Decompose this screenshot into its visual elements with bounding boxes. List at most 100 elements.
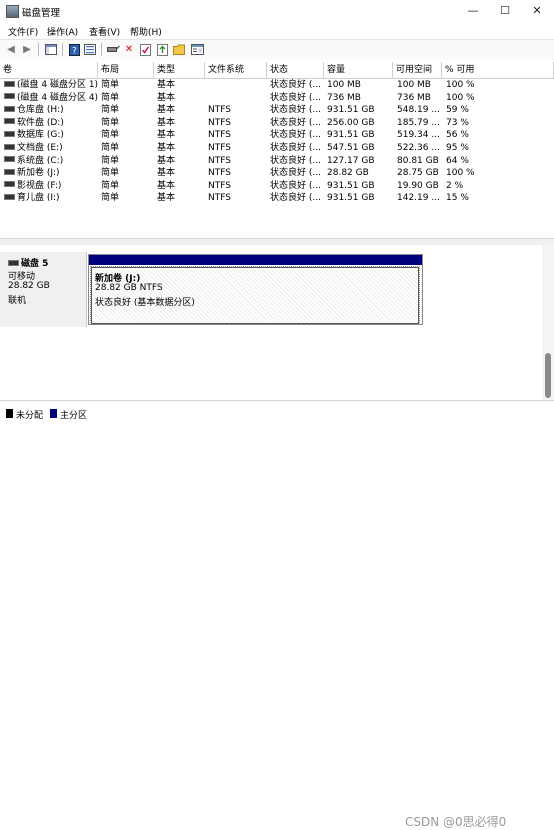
cell-filesystem: NTFS — [208, 168, 231, 179]
console-tree-icon[interactable] — [44, 43, 58, 56]
cell-type: 基本 — [157, 143, 176, 153]
legend-swatch-unallocated — [6, 409, 13, 418]
disk-size: 28.82 GB — [8, 281, 50, 291]
maximize-button[interactable]: ☐ — [490, 0, 520, 22]
table-row[interactable]: 文档盘 (E:) 简单 基本 NTFS 状态良好 (... 547.51 GB 522.36… — [0, 142, 554, 155]
column-header-volume[interactable]: 卷 — [0, 62, 98, 78]
back-icon[interactable]: ◀ — [4, 43, 18, 56]
properties-icon[interactable] — [83, 43, 97, 56]
volume-icon — [4, 193, 15, 200]
table-row[interactable]: 育儿盘 (I:) 简单 基本 NTFS 状态良好 (... 931.51 GB 142.19… — [0, 192, 554, 205]
volume-name: 仓库盘 (H:) — [17, 105, 64, 116]
forward-icon[interactable]: ▶ — [20, 43, 34, 56]
disk-status: 联机 — [8, 296, 27, 306]
partition-color-bar — [89, 255, 422, 265]
cell-layout: 简单 — [101, 130, 120, 141]
delete-icon[interactable]: ✕ — [122, 43, 136, 56]
cell-free-space: 736 MB — [397, 92, 431, 103]
cell-volume: (磁盘 4 磁盘分区 4) — [4, 92, 98, 105]
cell-free-space: 142.19 ... — [397, 193, 440, 204]
cell-volume: 新加卷 (J:) — [4, 167, 60, 180]
cell-volume: (磁盘 4 磁盘分区 1) — [4, 79, 98, 92]
cell-volume: 数据库 (G:) — [4, 129, 64, 142]
cell-filesystem: NTFS — [208, 105, 231, 116]
column-header-status[interactable]: 状态 — [267, 62, 324, 78]
cell-filesystem: NTFS — [208, 130, 231, 141]
cell-layout: 简单 — [101, 143, 120, 153]
toolbar-separator — [38, 43, 39, 56]
disk-name: 磁盘 5 — [8, 256, 48, 269]
table-row[interactable]: 系统盘 (C:) 简单 基本 NTFS 状态良好 (... 127.17 GB 80.81 … — [0, 155, 554, 168]
table-row[interactable]: (磁盘 4 磁盘分区 1) 简单 基本 状态良好 (... 100 MB 100 MB 10… — [0, 79, 554, 92]
legend-bar: 未分配 主分区 CSDN @0思必得0 — [0, 400, 554, 829]
menu-file[interactable]: 文件(F) — [8, 25, 38, 38]
legend-unallocated: 未分配 — [16, 411, 44, 421]
disk-graphical-view: 磁盘 5 可移动 28.82 GB 联机 新加卷 (J:) 28.82 GB N… — [0, 245, 542, 400]
help-icon[interactable]: ? — [67, 43, 81, 56]
close-button[interactable]: ✕ — [522, 0, 552, 22]
cell-filesystem: NTFS — [208, 193, 231, 204]
cell-volume: 育儿盘 (I:) — [4, 192, 60, 205]
partition-block[interactable]: 新加卷 (J:) 28.82 GB NTFS 状态良好 (基本数据分区) — [88, 254, 423, 325]
connect-icon[interactable] — [106, 43, 120, 56]
cell-filesystem: NTFS — [208, 143, 231, 153]
cell-capacity: 931.51 GB — [327, 130, 375, 141]
volume-icon — [4, 93, 15, 100]
table-row[interactable]: 新加卷 (J:) 简单 基本 NTFS 状态良好 (... 28.82 GB 28.75 G… — [0, 167, 554, 180]
cell-status: 状态良好 (... — [270, 92, 321, 103]
cell-layout: 简单 — [101, 105, 120, 116]
menu-action[interactable]: 操作(A) — [47, 25, 78, 38]
cell-filesystem: NTFS — [208, 117, 231, 128]
toolbar: ◀ ▶ ? ✕ — [0, 39, 554, 61]
cell-volume: 系统盘 (C:) — [4, 155, 63, 168]
cell-capacity: 736 MB — [327, 92, 361, 103]
cell-capacity: 931.51 GB — [327, 180, 375, 191]
cell-capacity: 931.51 GB — [327, 193, 375, 204]
cell-layout: 简单 — [101, 168, 120, 179]
check-icon[interactable] — [138, 43, 152, 56]
cell-free-space: 519.34 ... — [397, 130, 440, 141]
cell-percent-free: 95 % — [446, 143, 469, 153]
volume-icon — [4, 181, 15, 188]
table-row[interactable]: 软件盘 (D:) 简单 基本 NTFS 状态良好 (... 256.00 GB 185.79… — [0, 117, 554, 130]
view-icon[interactable] — [190, 43, 204, 56]
cell-type: 基本 — [157, 180, 176, 191]
cell-free-space: 19.90 GB — [397, 180, 439, 191]
folder-icon[interactable] — [172, 43, 186, 56]
disk-icon — [8, 259, 19, 266]
cell-type: 基本 — [157, 80, 176, 90]
column-header-filesystem[interactable]: 文件系统 — [205, 62, 267, 78]
table-row[interactable]: 影视盘 (F:) 简单 基本 NTFS 状态良好 (... 931.51 GB 19.90 … — [0, 180, 554, 193]
cell-type: 基本 — [157, 105, 176, 116]
column-header-percent-free[interactable]: % 可用 — [442, 62, 554, 78]
column-header-layout[interactable]: 布局 — [98, 62, 154, 78]
svg-text:?: ? — [72, 46, 77, 56]
cell-percent-free: 15 % — [446, 193, 469, 204]
export-icon[interactable] — [155, 43, 169, 56]
cell-layout: 简单 — [101, 180, 120, 191]
cell-capacity: 127.17 GB — [327, 155, 375, 166]
table-row[interactable]: 数据库 (G:) 简单 基本 NTFS 状态良好 (... 931.51 GB 519.34… — [0, 129, 554, 142]
scrollbar-thumb[interactable] — [545, 353, 551, 398]
volume-list-header: 卷 布局 类型 文件系统 状态 容量 可用空间 % 可用 — [0, 62, 554, 79]
column-header-capacity[interactable]: 容量 — [324, 62, 393, 78]
disk-label-panel[interactable]: 磁盘 5 可移动 28.82 GB 联机 — [0, 252, 87, 327]
column-header-free-space[interactable]: 可用空间 — [393, 62, 442, 78]
column-header-type[interactable]: 类型 — [154, 62, 205, 78]
table-row[interactable]: (磁盘 4 磁盘分区 4) 简单 基本 状态良好 (... 736 MB 736 MB 10… — [0, 92, 554, 105]
volume-name: 数据库 (G:) — [17, 130, 64, 141]
partition-inner: 新加卷 (J:) 28.82 GB NTFS 状态良好 (基本数据分区) — [90, 266, 420, 325]
cell-type: 基本 — [157, 155, 176, 166]
menu-help[interactable]: 帮助(H) — [130, 25, 162, 38]
cell-status: 状态良好 (... — [270, 117, 321, 128]
cell-status: 状态良好 (... — [270, 130, 321, 141]
volume-icon — [4, 168, 15, 175]
volume-name: 系统盘 (C:) — [17, 155, 64, 166]
minimize-button[interactable]: — — [458, 0, 488, 22]
cell-type: 基本 — [157, 117, 176, 128]
cell-free-space: 185.79 ... — [397, 117, 440, 128]
table-row[interactable]: 仓库盘 (H:) 简单 基本 NTFS 状态良好 (... 931.51 GB 548.19… — [0, 104, 554, 117]
cell-type: 基本 — [157, 168, 176, 179]
vertical-scrollbar[interactable] — [542, 245, 554, 400]
menu-view[interactable]: 查看(V) — [89, 25, 120, 38]
